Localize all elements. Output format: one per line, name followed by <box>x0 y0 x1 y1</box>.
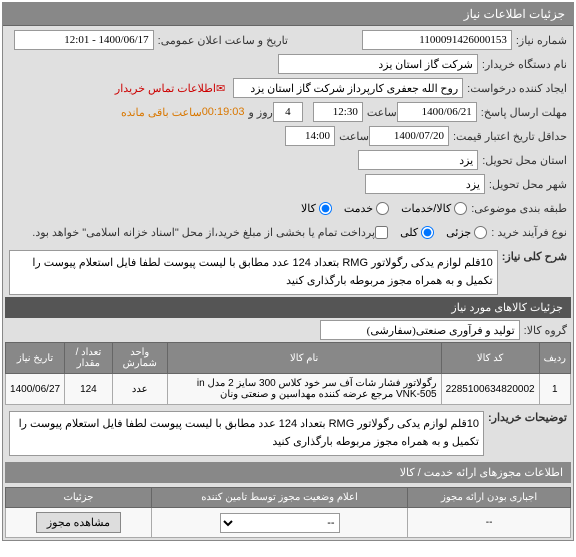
city-label: شهر محل تحویل: <box>485 178 567 191</box>
cell-name: رگولاتور فشار شات آف سر خود کلاس 300 سای… <box>167 374 441 405</box>
radio-goods-service[interactable]: کالا/خدمات <box>401 202 467 215</box>
row-city: شهر محل تحویل: <box>5 172 571 196</box>
group-label: گروه کالا: <box>520 324 567 337</box>
cost-label: طبقه بندی موضوعی: <box>467 202 567 215</box>
cell-unit: عدد <box>112 374 167 405</box>
panel-body: شماره نیاز: تاریخ و ساعت اعلان عمومی: نا… <box>3 26 573 540</box>
time-label-1: ساعت <box>363 106 397 119</box>
table-header-row: ردیف کد کالا نام کالا واحد شمارش تعداد /… <box>6 343 571 374</box>
cell-qty: 124 <box>65 374 113 405</box>
radio-product[interactable]: کالا <box>301 202 332 215</box>
need-desc-text[interactable]: 10قلم لوازم یدکی رگولاتور RMG بتعداد 124… <box>9 250 498 295</box>
radio-product-input[interactable] <box>319 202 332 215</box>
min-valid-label: حداقل تاریخ اعتبار قیمت: <box>449 130 567 143</box>
radio-service-input[interactable] <box>376 202 389 215</box>
items-table: ردیف کد کالا نام کالا واحد شمارش تعداد /… <box>5 342 571 405</box>
need-number-input[interactable] <box>362 30 512 50</box>
radio-service-label: خدمت <box>344 202 373 215</box>
requester-input[interactable] <box>233 78 463 98</box>
deadline-label: مهلت ارسال پاسخ: <box>477 106 567 119</box>
row-place: استان محل تحویل: <box>5 148 571 172</box>
th-detail: جزئیات <box>6 488 152 508</box>
remaining-label: ساعت باقی مانده <box>121 106 202 119</box>
announce-input[interactable] <box>14 30 154 50</box>
auth-row: -- -- مشاهده مجوز <box>6 508 571 538</box>
need-number-label: شماره نیاز: <box>512 34 567 47</box>
row-need-desc: شرح کلی نیاز: 10قلم لوازم یدکی رگولاتور … <box>5 244 571 297</box>
radio-partial[interactable]: جزئی <box>446 226 487 239</box>
row-requester: ایجاد کننده درخواست: ✉ اطلاعات تماس خرید… <box>5 76 571 100</box>
th-name: نام کالا <box>167 343 441 374</box>
buyer-label: نام دستگاه خریدار: <box>478 58 567 71</box>
remaining-time: 00:19:03 <box>202 106 245 118</box>
table-row: 1 2285100634820002 رگولاتور فشار شات آف … <box>6 374 571 405</box>
view-auth-button[interactable]: مشاهده مجوز <box>36 512 121 533</box>
row-need-number: شماره نیاز: تاریخ و ساعت اعلان عمومی: <box>5 28 571 52</box>
th-status: اعلام وضعیت مجوز توسط تامین کننده <box>151 488 407 508</box>
auth-status-cell: -- <box>151 508 407 538</box>
buyer-notes-text[interactable]: 10قلم لوازم یدکی رگولاتور RMG بتعداد 124… <box>9 411 484 456</box>
row-purchase-type: نوع فرآیند خرید : جزئی کلی پرداخت تمام ی… <box>5 220 571 244</box>
th-idx: ردیف <box>539 343 570 374</box>
radio-full[interactable]: کلی <box>400 226 434 239</box>
auth-header-row: اجباری بودن ارائه مجوز اعلام وضعیت مجوز … <box>6 488 571 508</box>
cell-date: 1400/06/27 <box>6 374 65 405</box>
panel-title: جزئیات اطلاعات نیاز <box>3 3 573 26</box>
contact-link[interactable]: اطلاعات تماس خریدار <box>115 82 216 95</box>
auth-mandatory: -- <box>408 508 571 538</box>
buyer-notes-label: توضیحات خریدار: <box>484 411 567 424</box>
radio-partial-input[interactable] <box>474 226 487 239</box>
auth-detail-cell: مشاهده مجوز <box>6 508 152 538</box>
deadline-date[interactable] <box>397 102 477 122</box>
th-qty: تعداد / مقدار <box>65 343 113 374</box>
radio-goods-service-label: کالا/خدمات <box>401 202 451 215</box>
items-header: جزئیات کالاهای مورد نیاز <box>5 297 571 318</box>
announce-label: تاریخ و ساعت اعلان عمومی: <box>154 34 288 47</box>
place-label: استان محل تحویل: <box>478 154 567 167</box>
th-code: کد کالا <box>441 343 539 374</box>
need-desc-label: شرح کلی نیاز: <box>498 250 567 263</box>
row-buyer: نام دستگاه خریدار: <box>5 52 571 76</box>
radio-partial-label: جزئی <box>446 226 471 239</box>
radio-full-label: کلی <box>400 226 418 239</box>
min-valid-time[interactable] <box>285 126 335 146</box>
th-mandatory: اجباری بودن ارائه مجوز <box>408 488 571 508</box>
deadline-time[interactable] <box>313 102 363 122</box>
auth-status-select[interactable]: -- <box>220 513 340 533</box>
min-valid-date[interactable] <box>369 126 449 146</box>
cell-code: 2285100634820002 <box>441 374 539 405</box>
city-input[interactable] <box>365 174 485 194</box>
radio-full-input[interactable] <box>421 226 434 239</box>
buyer-input[interactable] <box>278 54 478 74</box>
place-input[interactable] <box>358 150 478 170</box>
group-input[interactable] <box>320 320 520 340</box>
payment-note: پرداخت تمام یا بخشی از مبلغ خرید،از محل … <box>28 226 375 239</box>
th-date: تاریخ نیاز <box>6 343 65 374</box>
row-buyer-notes: توضیحات خریدار: 10قلم لوازم یدکی رگولاتو… <box>5 405 571 458</box>
mail-icon: ✉ <box>216 82 225 95</box>
payment-checkbox[interactable] <box>375 226 388 239</box>
row-min-valid: حداقل تاریخ اعتبار قیمت: ساعت <box>5 124 571 148</box>
th-unit: واحد شمارش <box>112 343 167 374</box>
days-input[interactable] <box>273 102 303 122</box>
auth-header: اطلاعات مجوزهای ارائه خدمت / کالا <box>5 462 571 483</box>
row-group: گروه کالا: <box>5 318 571 342</box>
row-deadline: مهلت ارسال پاسخ: ساعت روز و 00:19:03 ساع… <box>5 100 571 124</box>
cell-idx: 1 <box>539 374 570 405</box>
need-details-panel: جزئیات اطلاعات نیاز شماره نیاز: تاریخ و … <box>2 2 574 541</box>
time-label-2: ساعت <box>335 130 369 143</box>
row-cost-type: طبقه بندی موضوعی: کالا/خدمات خدمت کالا <box>5 196 571 220</box>
requester-label: ایجاد کننده درخواست: <box>463 82 567 95</box>
purchase-label: نوع فرآیند خرید : <box>487 226 567 239</box>
days-label: روز و <box>245 106 273 119</box>
auth-table: اجباری بودن ارائه مجوز اعلام وضعیت مجوز … <box>5 487 571 538</box>
radio-service[interactable]: خدمت <box>344 202 389 215</box>
radio-product-label: کالا <box>301 202 316 215</box>
radio-goods-service-input[interactable] <box>454 202 467 215</box>
